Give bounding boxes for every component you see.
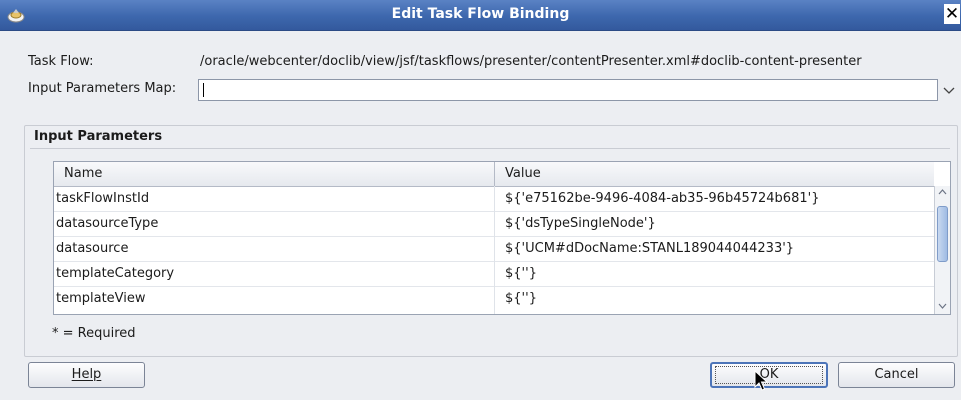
help-button-label: Help bbox=[71, 367, 102, 382]
input-parameters-map-label: Input Parameters Map: bbox=[28, 81, 177, 96]
table-header: Name Value bbox=[54, 162, 934, 187]
scrollbar-thumb[interactable] bbox=[937, 206, 948, 262]
ok-button[interactable]: OK bbox=[710, 362, 828, 388]
task-flow-value: /oracle/webcenter/doclib/view/jsf/taskfl… bbox=[200, 54, 862, 69]
param-name: templateView bbox=[56, 291, 146, 306]
chevron-down-icon[interactable] bbox=[940, 80, 958, 100]
section-divider bbox=[30, 148, 950, 149]
param-name: datasourceType bbox=[56, 216, 159, 231]
scroll-down-arrow-icon[interactable] bbox=[935, 300, 950, 314]
param-value[interactable]: ${''} bbox=[505, 266, 537, 281]
column-header-value[interactable]: Value bbox=[505, 166, 541, 181]
input-parameters-map-combobox[interactable] bbox=[198, 79, 938, 101]
param-name: templateCategory bbox=[56, 266, 175, 281]
vertical-scrollbar[interactable] bbox=[934, 186, 950, 314]
dialog-title: Edit Task Flow Binding bbox=[391, 6, 570, 22]
task-flow-label: Task Flow: bbox=[28, 54, 94, 69]
input-parameters-table: Name Value taskFlowInstId ${'e75162be-94… bbox=[53, 161, 951, 315]
param-name: datasource bbox=[56, 241, 129, 256]
title-bar[interactable]: Edit Task Flow Binding ✕ bbox=[0, 0, 961, 31]
cancel-button[interactable]: Cancel bbox=[838, 362, 955, 388]
column-header-name[interactable]: Name bbox=[64, 166, 102, 181]
param-value[interactable]: ${'UCM#dDocName:STANL189044044233'} bbox=[505, 241, 794, 256]
param-value[interactable]: ${'dsTypeSingleNode'} bbox=[505, 216, 656, 231]
column-divider[interactable] bbox=[494, 162, 495, 186]
column-divider bbox=[494, 186, 495, 314]
required-legend: * = Required bbox=[52, 326, 136, 341]
param-value[interactable]: ${''} bbox=[505, 291, 537, 306]
param-value[interactable]: ${'e75162be-9496-4084-ab35-96b45724b681'… bbox=[505, 191, 819, 206]
focus-ring bbox=[715, 366, 823, 384]
mouse-cursor-icon bbox=[754, 370, 768, 391]
param-name: taskFlowInstId bbox=[56, 191, 150, 206]
input-parameters-heading: Input Parameters bbox=[34, 129, 163, 144]
close-icon[interactable]: ✕ bbox=[944, 4, 960, 24]
text-caret bbox=[203, 83, 204, 97]
help-button[interactable]: Help bbox=[28, 362, 145, 388]
cancel-button-label: Cancel bbox=[874, 367, 919, 382]
scroll-up-arrow-icon[interactable] bbox=[935, 186, 950, 200]
